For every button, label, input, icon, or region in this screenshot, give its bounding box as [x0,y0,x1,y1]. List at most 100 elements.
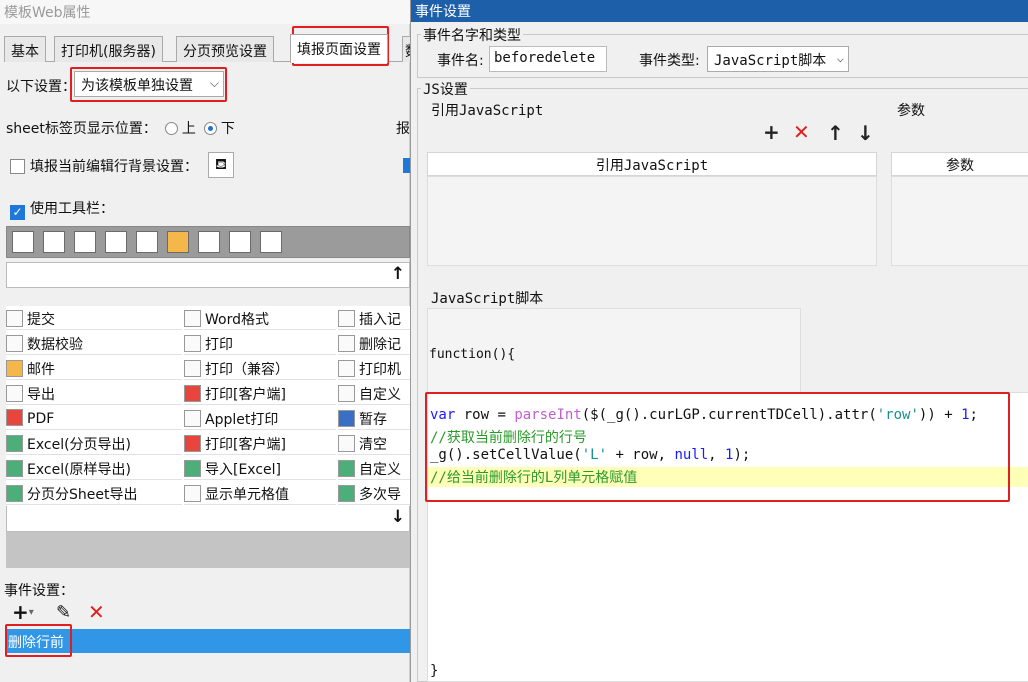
list-item[interactable]: 提交 [6,306,182,330]
gear-icon [338,385,355,402]
ref-js-list[interactable] [427,176,877,266]
tab-basic[interactable]: 基本 [4,36,46,62]
list-item[interactable]: 多次导 [338,481,410,505]
event-name-input[interactable]: beforedelete [489,46,607,72]
delete-row-icon[interactable] [229,231,251,253]
list-item[interactable]: 自定义 [338,381,410,405]
template-web-properties-window: 模板Web属性 基本 打印机(服务器) 分页预览设置 填报页面设置 数 以下设置… [0,0,414,682]
arrow-up-icon[interactable]: ↑ [391,264,405,284]
word-icon [184,310,201,327]
list-item[interactable]: 导入[Excel] [184,456,336,480]
cut-checkbox [403,158,410,173]
event-list-item[interactable]: 删除行前 [6,629,410,653]
use-toolbar-checkbox[interactable]: ✓ [10,205,25,220]
params-column-header[interactable]: 参数 [891,152,1028,176]
grid-scroll-area: ↓ [6,506,410,532]
fl-icon [184,385,201,402]
export-icon[interactable] [136,231,158,253]
event-name-label: 事件名: [435,50,486,70]
delete-icon[interactable]: ✕ [793,120,810,144]
list-item[interactable]: 打印（兼容） [184,356,336,380]
bg-setting-checkbox[interactable] [10,159,25,174]
event-settings-dialog: 事件设置 事件名字和类型 事件名: beforedelete 事件类型: Jav… [410,0,1028,682]
list-item[interactable]: PDF [6,406,182,430]
window-icon[interactable] [260,231,282,253]
event-settings-label: 事件设置： [4,583,74,599]
move-down-icon[interactable]: ↓ [857,121,874,145]
use-toolbar-label: 使用工具栏： [30,201,114,217]
validate-icon [6,335,23,352]
tab-fill-page-settings[interactable]: 填报页面设置 [290,34,388,63]
mail-icon[interactable] [167,231,189,253]
radio-top-label: 上 [181,121,196,137]
excel-icon [6,485,23,502]
applet-print-icon [184,410,201,427]
list-item[interactable]: 清空 [338,431,410,455]
list-item[interactable]: 打印机 [338,356,410,380]
pdf-icon [6,409,23,426]
list-item[interactable]: Applet打印 [184,406,336,430]
list-item[interactable]: 打印[客户端] [184,431,336,455]
print-icon[interactable] [105,231,127,253]
function-header-area: function(){ [427,308,801,394]
add-icon[interactable]: + [763,120,780,144]
list-item[interactable]: 打印[客户端] [184,381,336,405]
window-title: 模板Web属性 [0,0,410,24]
button-grid: 提交 数据校验 邮件 导出 PDF Excel(分页导出) Excel(原样导出… [6,306,410,506]
move-up-icon[interactable]: ↑ [827,121,844,145]
toolbar-preview-strip [6,226,410,258]
print-icon [184,335,201,352]
pdf-icon [184,435,201,452]
sheet-position-label: sheet标签页显示位置： [6,121,157,137]
delete-icon[interactable]: ✕ [88,600,105,624]
save-icon[interactable] [12,231,34,253]
list-item[interactable]: Excel(分页导出) [6,431,182,455]
list-item[interactable]: Word格式 [184,306,336,330]
list-item[interactable]: Excel(原样导出) [6,456,182,480]
code-line-3: _g().setCellValue('L' + row, null, 1); [430,447,751,463]
setting-select[interactable]: 为该模板单独设置 ⌵ [74,71,224,97]
excel-icon [338,460,355,477]
screen: 模板Web属性 基本 打印机(服务器) 分页预览设置 填报页面设置 数 以下设置… [0,0,1028,682]
radio-top[interactable] [164,122,178,135]
insert-row-icon[interactable] [198,231,220,253]
ref-js-column-header[interactable]: 引用JavaScript [427,152,877,176]
tab-bar: 基本 打印机(服务器) 分页预览设置 填报页面设置 数 [4,34,414,63]
script-editor[interactable]: var row = parseInt($(_g().curLGP.current… [427,392,1028,682]
validate-icon[interactable] [43,231,65,253]
tab-page-preview[interactable]: 分页预览设置 [176,36,274,62]
setting-label: 以下设置： [6,79,76,95]
list-item[interactable]: 邮件 [6,356,182,380]
event-type-select[interactable]: JavaScript脚本 ⌵ [707,46,849,72]
list-item[interactable]: 显示单元格值 [184,481,336,505]
cell-icon [184,485,201,502]
save-icon [338,410,355,427]
list-item[interactable]: 删除记 [338,331,410,355]
list-item[interactable]: 插入记 [338,306,410,330]
list-item[interactable]: 打印 [184,331,336,355]
edit-icon[interactable]: ✎ [56,602,71,623]
tab-printer-server[interactable]: 打印机(服务器) [54,36,163,62]
code-line-2: //获取当前删除行的行号 [430,430,587,446]
name-type-group-label: 事件名字和类型 [421,25,523,45]
arrow-down-icon[interactable]: ↓ [391,507,405,527]
params-list[interactable] [891,176,1028,266]
bg-setting-label: 填报当前编辑行背景设置： [30,159,198,175]
fl-icon[interactable] [74,231,96,253]
bg-setting-row: 填报当前编辑行背景设置： [10,156,198,176]
list-item[interactable]: 数据校验 [6,331,182,355]
radio-bottom[interactable] [203,122,217,135]
excel-icon [338,485,355,502]
paint-bucket-icon[interactable]: ⛾ [208,152,234,178]
eraser-icon [338,435,355,452]
sheet-position-row: sheet标签页显示位置： 上 下 [6,118,235,138]
mail-icon [6,360,23,377]
add-icon[interactable]: +▾ [12,600,34,624]
dialog-title: 事件设置 [411,0,1028,22]
insert-row-icon [338,310,355,327]
list-item[interactable]: 暂存 [338,406,410,430]
list-item[interactable]: 分页分Sheet导出 [6,481,182,505]
script-label: JavaScript脚本 [429,288,546,308]
list-item[interactable]: 导出 [6,381,182,405]
list-item[interactable]: 自定义 [338,456,410,480]
